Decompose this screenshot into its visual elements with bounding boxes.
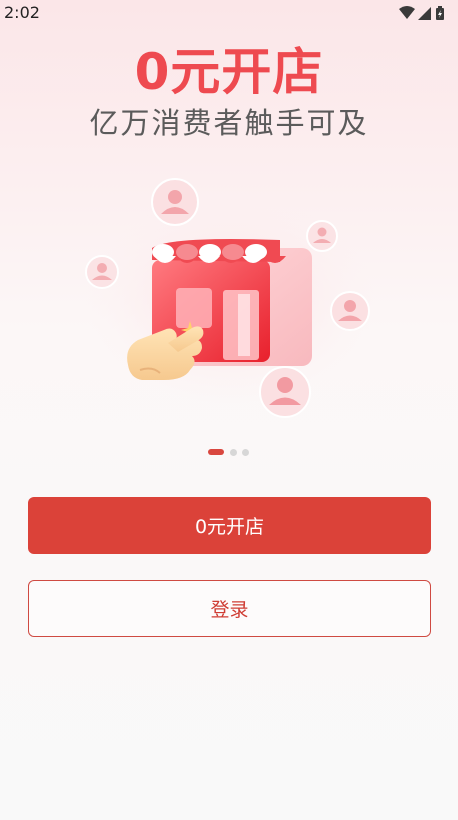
carousel-dot[interactable]	[242, 449, 249, 456]
user-avatar-icon	[151, 178, 199, 226]
carousel-dot-active[interactable]	[208, 449, 224, 455]
wifi-icon	[399, 6, 415, 19]
status-time: 2:02	[4, 3, 40, 22]
status-icons	[399, 6, 444, 20]
login-button[interactable]: 登录	[28, 580, 431, 637]
user-avatar-icon	[306, 220, 338, 252]
hero-subtitle: 亿万消费者触手可及	[89, 106, 369, 140]
store-illustration	[85, 178, 375, 418]
signal-icon	[418, 7, 431, 20]
user-avatar-icon	[330, 291, 370, 331]
user-avatar-icon	[85, 255, 119, 289]
login-button-label: 登录	[210, 599, 249, 621]
carousel-dot[interactable]	[230, 449, 237, 456]
status-bar: 2:02	[0, 0, 458, 26]
battery-icon	[436, 6, 444, 20]
open-store-button[interactable]: 0元开店	[28, 497, 431, 554]
hero-title: 0元开店	[134, 43, 324, 101]
open-store-button-label: 0元开店	[194, 516, 265, 538]
user-avatar-icon	[259, 366, 311, 418]
